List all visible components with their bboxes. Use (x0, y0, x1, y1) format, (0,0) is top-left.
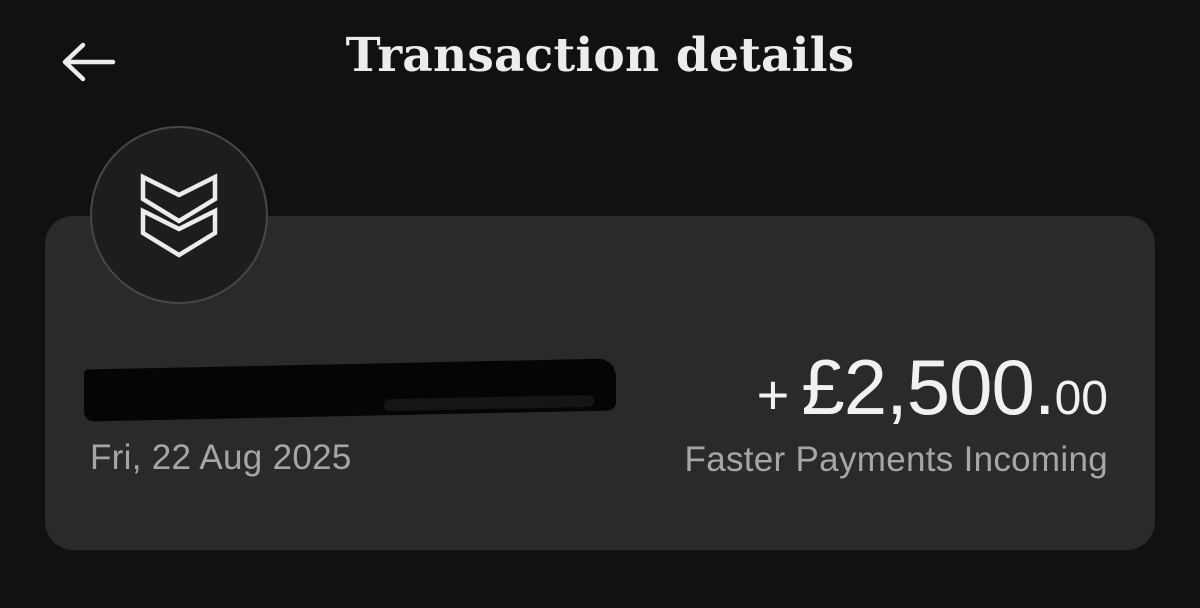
payment-type: Faster Payments Incoming (684, 440, 1108, 479)
transaction-amount: + £2,500.00 (757, 342, 1108, 433)
amount-sign: + (756, 363, 790, 426)
double-chevron-down-icon (140, 173, 218, 258)
page-title: Transaction details (345, 28, 855, 83)
transaction-date: Fri, 22 Aug 2025 (90, 438, 352, 477)
amount-pence: 00 (1054, 372, 1108, 425)
merchant-logo (90, 126, 268, 304)
merchant-name-redacted (84, 358, 616, 422)
header: Transaction details (0, 0, 1200, 125)
amount-main: £2,500. (801, 343, 1055, 431)
